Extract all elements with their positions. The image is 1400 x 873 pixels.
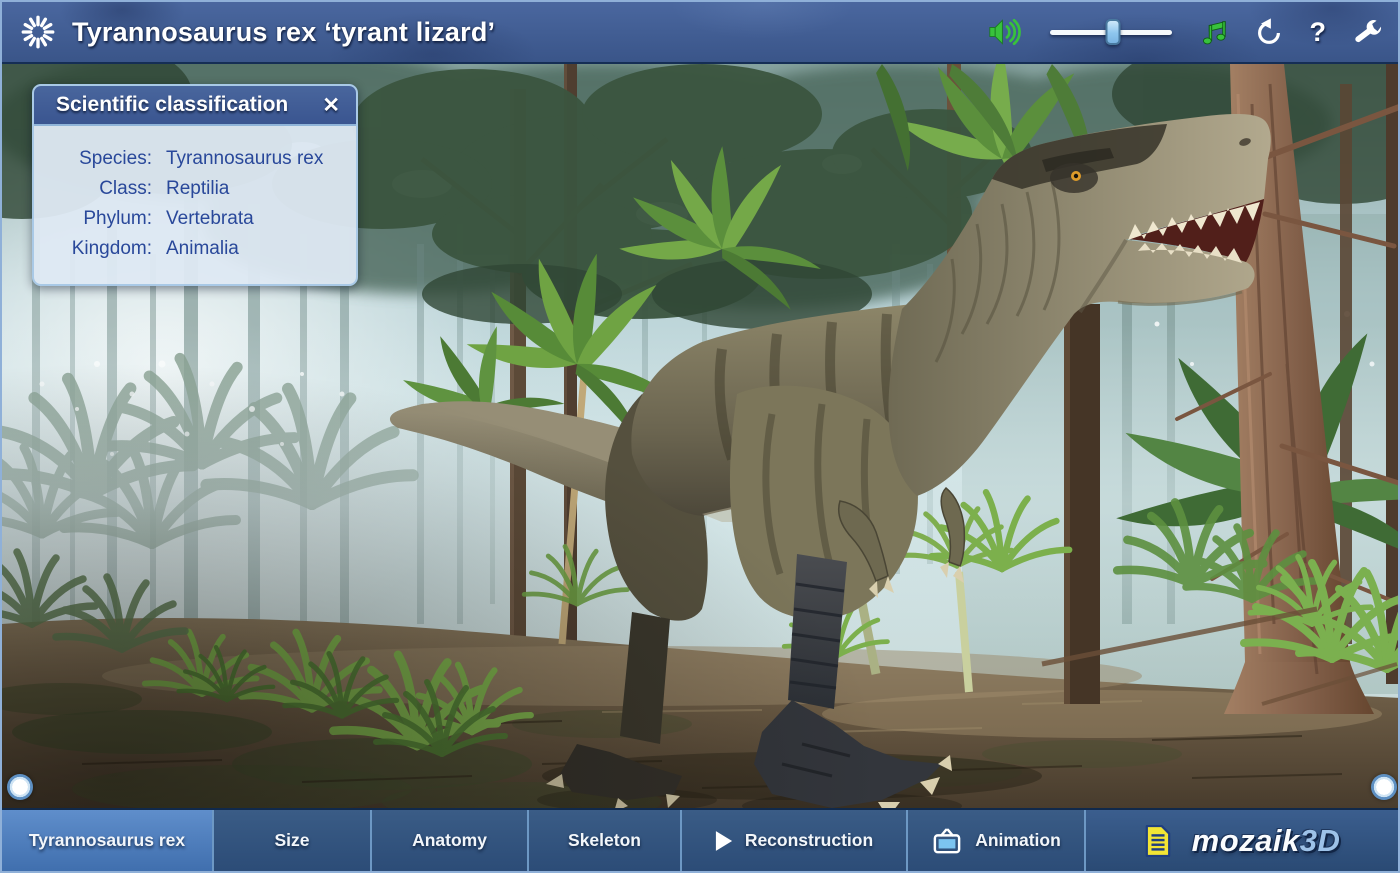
document-icon [1144, 824, 1172, 858]
toolbar: ? [988, 17, 1383, 47]
classification-row: Kingdom: Animalia [44, 234, 340, 264]
classification-row: Phylum: Vertebrata [44, 204, 340, 234]
reset-view-icon[interactable] [1254, 17, 1284, 47]
play-icon [715, 830, 733, 852]
classification-panel: Scientific classification ✕ Species: Tyr… [32, 84, 358, 286]
close-icon[interactable]: ✕ [318, 93, 344, 118]
row-label: Kingdom: [44, 234, 166, 264]
tab-size[interactable]: Size [214, 810, 372, 871]
volume-slider[interactable] [1050, 19, 1172, 45]
music-notes-icon[interactable] [1198, 17, 1228, 47]
tv-icon [931, 827, 963, 855]
row-label: Species: [44, 144, 166, 174]
row-value: Vertebrata [166, 204, 340, 234]
bottom-nav-bar: Tyrannosaurus rex Size Anatomy Skeleton … [2, 808, 1398, 871]
app-window: Tyrannosaurus rex ‘tyrant lizard’ [0, 0, 1400, 873]
classification-row: Class: Reptilia [44, 174, 340, 204]
loading-spinner-icon [18, 12, 58, 52]
classification-panel-body: Species: Tyrannosaurus rex Class: Reptil… [34, 126, 356, 284]
scene-3d-viewport[interactable]: Scientific classification ✕ Species: Tyr… [2, 64, 1400, 812]
row-value: Reptilia [166, 174, 340, 204]
wrench-icon[interactable] [1352, 17, 1382, 47]
panel-title: Scientific classification [56, 93, 288, 117]
row-value: Animalia [166, 234, 340, 264]
app-title: Tyrannosaurus rex ‘tyrant lizard’ [72, 17, 495, 48]
tab-animation[interactable]: Animation [908, 810, 1086, 871]
classification-panel-header: Scientific classification ✕ [34, 86, 356, 126]
row-label: Class: [44, 174, 166, 204]
volume-slider-handle[interactable] [1105, 19, 1120, 45]
logo-text: mozaik3D [1192, 823, 1341, 859]
mozaik3d-logo[interactable]: mozaik3D [1086, 810, 1398, 871]
volume-icon[interactable] [988, 17, 1024, 47]
rotate-handle-right[interactable] [1371, 774, 1397, 800]
tab-tyrannosaurus-rex[interactable]: Tyrannosaurus rex [2, 810, 214, 871]
tab-reconstruction[interactable]: Reconstruction [682, 810, 908, 871]
help-icon[interactable]: ? [1310, 19, 1327, 46]
row-label: Phylum: [44, 204, 166, 234]
rotate-handle-left[interactable] [7, 774, 33, 800]
row-value: Tyrannosaurus rex [166, 144, 340, 174]
tab-anatomy[interactable]: Anatomy [372, 810, 529, 871]
top-bar: Tyrannosaurus rex ‘tyrant lizard’ [2, 2, 1398, 64]
classification-row: Species: Tyrannosaurus rex [44, 144, 340, 174]
tab-skeleton[interactable]: Skeleton [529, 810, 682, 871]
